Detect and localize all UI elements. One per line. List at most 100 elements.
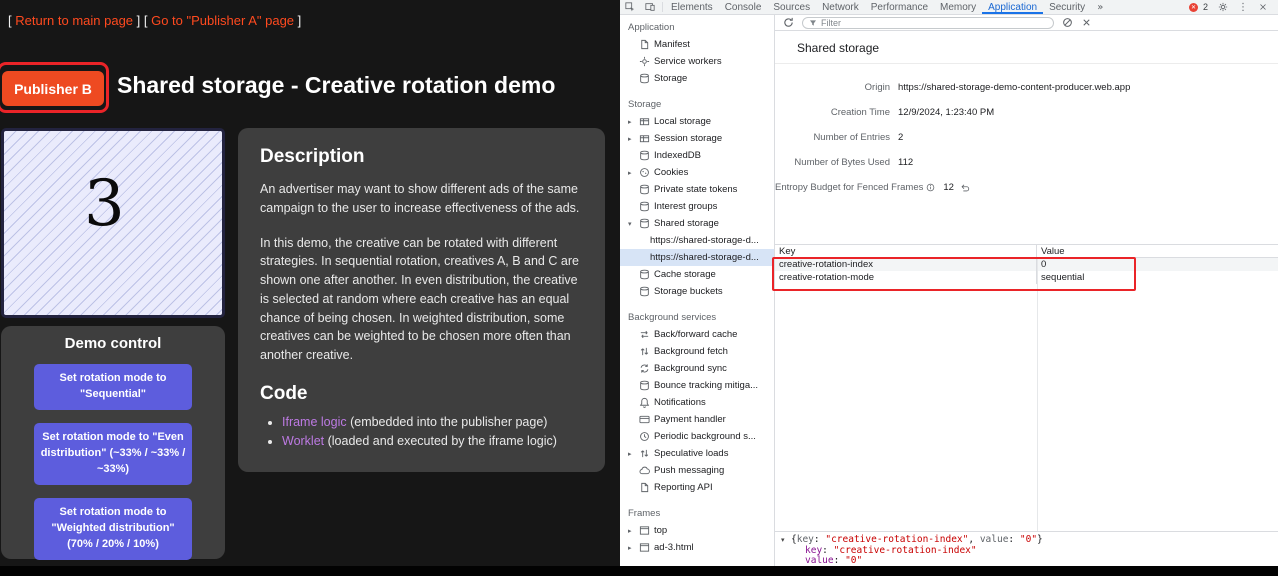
sidebar-item-label: Shared storage	[654, 218, 719, 229]
chevron-down-icon: ▾	[628, 220, 635, 228]
set-even-distribution-button[interactable]: Set rotation mode to "Even distribution"…	[34, 423, 192, 485]
panel-title: Shared storage	[775, 31, 1278, 64]
tab-network[interactable]: Network	[816, 0, 865, 14]
devtools-tabbar-right: ✕ 2 ⋮	[1189, 0, 1278, 14]
error-count-icon[interactable]: ✕	[1189, 3, 1198, 12]
preview-separator: :	[834, 555, 845, 566]
sidebar-item-indexeddb[interactable]: IndexedDB	[620, 147, 774, 164]
sidebar-item-session-storage[interactable]: ▸ Session storage	[620, 130, 774, 147]
table-row-creative-rotation-index[interactable]: creative-rotation-index 0	[775, 258, 1278, 271]
sidebar-item-notifications[interactable]: Notifications	[620, 394, 774, 411]
set-weighted-distribution-button[interactable]: Set rotation mode to "Weighted distribut…	[34, 498, 192, 560]
meta-row-entropy-budget: Entropy Budget for Fenced Frames 12	[775, 182, 1278, 193]
meta-row-number-of-entries: Number of Entries 2	[775, 132, 1278, 143]
meta-value: 2	[898, 132, 903, 143]
sidebar-item-payment-handler[interactable]: Payment handler	[620, 411, 774, 428]
preview-prop-row-value: value: "0"	[781, 556, 1278, 567]
code-list-item: Worklet (loaded and executed by the ifra…	[282, 432, 583, 451]
table-row-creative-rotation-mode[interactable]: creative-rotation-mode sequential	[775, 271, 1278, 284]
sidebar-item-label: Bounce tracking mitiga...	[654, 380, 758, 391]
sidebar-item-local-storage[interactable]: ▸ Local storage	[620, 113, 774, 130]
sidebar-item-cache-storage[interactable]: Cache storage	[620, 266, 774, 283]
delete-selected-icon[interactable]	[1081, 17, 1092, 28]
sidebar-item-reporting-api[interactable]: Reporting API	[620, 479, 774, 496]
tab-security[interactable]: Security	[1043, 0, 1091, 14]
inspect-element-icon[interactable]	[620, 0, 640, 14]
database-icon	[639, 269, 650, 280]
column-header-value[interactable]: Value	[1037, 245, 1278, 257]
tab-console[interactable]: Console	[719, 0, 768, 14]
sidebar-item-service-workers[interactable]: Service workers	[620, 53, 774, 70]
info-icon[interactable]	[926, 183, 935, 192]
reset-budget-icon[interactable]	[960, 183, 970, 193]
sidebar-item-label: Speculative loads	[654, 448, 728, 459]
code-item-text: (embedded into the publisher page)	[347, 415, 548, 429]
refresh-icon[interactable]	[783, 17, 794, 28]
sidebar-item-label: Cookies	[654, 167, 688, 178]
publisher-b-button[interactable]: Publisher B	[2, 71, 104, 106]
sidebar-item-shared-storage[interactable]: ▾ Shared storage	[620, 215, 774, 232]
sidebar-item-private-state-tokens[interactable]: Private state tokens	[620, 181, 774, 198]
cloud-icon	[639, 465, 650, 476]
sidebar-item-bounce-tracking[interactable]: Bounce tracking mitiga...	[620, 377, 774, 394]
meta-label: Number of Bytes Used	[775, 157, 890, 168]
frame-icon	[639, 542, 650, 553]
sidebar-section-storage[interactable]: Storage	[620, 96, 774, 113]
cell-value: sequential	[1037, 271, 1278, 284]
table-column-divider	[1037, 258, 1038, 531]
meta-label: Creation Time	[775, 107, 890, 118]
chevron-right-icon: ▸	[628, 135, 635, 143]
sidebar-item-manifest[interactable]: Manifest	[620, 36, 774, 53]
publisher-a-page-link[interactable]: Go to "Publisher A" page	[151, 13, 294, 28]
sidebar-item-frame-ad3[interactable]: ▸ ad-3.html	[620, 539, 774, 556]
set-sequential-button[interactable]: Set rotation mode to "Sequential"	[34, 364, 192, 410]
sidebar-item-storage-buckets[interactable]: Storage buckets	[620, 283, 774, 300]
preview-brace: }	[1037, 534, 1043, 545]
tab-memory[interactable]: Memory	[934, 0, 982, 14]
column-header-key[interactable]: Key	[775, 245, 1037, 257]
sidebar-item-label: Service workers	[654, 56, 722, 67]
sidebar-item-cookies[interactable]: ▸ Cookies	[620, 164, 774, 181]
filter-input[interactable]: Filter	[802, 17, 1054, 29]
sidebar-section-background-services[interactable]: Background services	[620, 309, 774, 326]
sidebar-item-push-messaging[interactable]: Push messaging	[620, 462, 774, 479]
more-tabs-button[interactable]: »	[1091, 0, 1109, 14]
tab-elements[interactable]: Elements	[665, 0, 719, 14]
nav-bracket: ] [	[133, 13, 151, 28]
device-toolbar-icon[interactable]	[640, 0, 660, 14]
tab-sources[interactable]: Sources	[767, 0, 816, 14]
sidebar-item-shared-storage-origin-1[interactable]: https://shared-storage-d...	[620, 232, 774, 249]
sidebar-item-label: Interest groups	[654, 201, 717, 212]
up-down-arrows-icon	[639, 448, 650, 459]
tab-application[interactable]: Application	[982, 0, 1043, 14]
filter-placeholder: Filter	[821, 18, 841, 28]
devtools-menu-icon[interactable]: ⋮	[1238, 2, 1248, 13]
sidebar-item-speculative-loads[interactable]: ▸ Speculative loads	[620, 445, 774, 462]
sidebar-item-label: Background sync	[654, 363, 727, 374]
delete-all-icon[interactable]	[1062, 17, 1073, 28]
sidebar-section-application[interactable]: Application	[620, 19, 774, 36]
worklet-link[interactable]: Worklet	[282, 434, 324, 448]
preview-prop-name: value	[805, 555, 834, 566]
sidebar-item-label: Push messaging	[654, 465, 724, 476]
sidebar-item-background-fetch[interactable]: Background fetch	[620, 343, 774, 360]
meta-value: 12/9/2024, 1:23:40 PM	[898, 107, 994, 118]
meta-row-bytes-used: Number of Bytes Used 112	[775, 157, 1278, 168]
close-devtools-icon[interactable]	[1253, 2, 1273, 12]
sidebar-item-storage[interactable]: Storage	[620, 70, 774, 87]
settings-gear-icon[interactable]	[1213, 2, 1233, 12]
sidebar-item-shared-storage-origin-2[interactable]: https://shared-storage-d...	[620, 249, 774, 266]
error-count[interactable]: 2	[1203, 2, 1208, 12]
sidebar-item-periodic-background-sync[interactable]: Periodic background s...	[620, 428, 774, 445]
sidebar-item-interest-groups[interactable]: Interest groups	[620, 198, 774, 215]
expand-arrow-icon[interactable]: ▾	[781, 535, 791, 546]
preview-separator: :	[814, 534, 825, 545]
meta-label: Entropy Budget for Fenced Frames	[775, 182, 935, 193]
sidebar-item-background-sync[interactable]: Background sync	[620, 360, 774, 377]
tab-performance[interactable]: Performance	[865, 0, 934, 14]
sidebar-section-frames[interactable]: Frames	[620, 505, 774, 522]
sidebar-item-back-forward-cache[interactable]: Back/forward cache	[620, 326, 774, 343]
return-main-page-link[interactable]: Return to main page	[15, 13, 133, 28]
iframe-logic-link[interactable]: Iframe logic	[282, 415, 347, 429]
sidebar-item-frame-top[interactable]: ▸ top	[620, 522, 774, 539]
